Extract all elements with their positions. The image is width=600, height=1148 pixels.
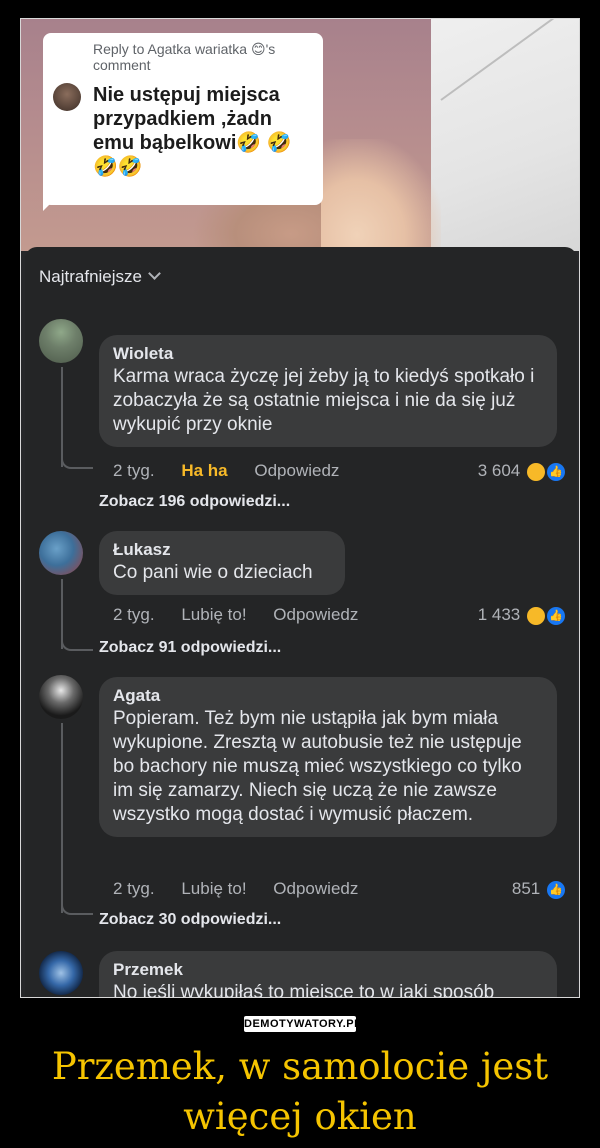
caption: Przemek, w samolocie jest więcej okien xyxy=(51,1045,549,1138)
sort-label: Najtrafniejsze xyxy=(39,267,142,286)
comment-time[interactable]: 2 tyg. xyxy=(113,879,155,898)
comment-author[interactable]: Przemek xyxy=(113,959,543,981)
like-icon: 👍 xyxy=(547,462,565,481)
comment-bubble[interactable]: Wioleta Karma wraca życzę jej żeby ją to… xyxy=(99,335,557,447)
like-icon: 👍 xyxy=(547,606,565,625)
reaction-count-value: 851 xyxy=(511,879,541,898)
thread-line xyxy=(61,723,63,913)
comment-text: Co pani wie o dzieciach xyxy=(113,562,313,583)
see-replies-link[interactable]: Zobacz 91 odpowiedzi... xyxy=(99,639,281,657)
reaction-count-value: 1 433 xyxy=(477,605,521,624)
like-icon: 👍 xyxy=(547,880,565,899)
comment-text: Karma wraca życzę jej żeby ją to kiedyś … xyxy=(113,366,535,435)
comment-bubble[interactable]: Agata Popieram. Też bym nie ustąpiła jak… xyxy=(99,677,557,837)
screenshot-frame: Reply to Agatka wariatka 😊's comment Nie… xyxy=(20,18,580,998)
thread-connector xyxy=(61,447,93,469)
reaction-count[interactable]: 3 604 👍 xyxy=(445,461,565,481)
comment-bubble[interactable]: Przemek No jeśli wykupiłaś to miejsce to… xyxy=(99,951,557,998)
haha-icon xyxy=(527,462,545,481)
sort-dropdown[interactable]: Najtrafniejsze xyxy=(39,267,161,287)
avatar-lukasz[interactable] xyxy=(39,531,83,575)
comment-time[interactable]: 2 tyg. xyxy=(113,461,155,480)
like-button[interactable]: Lubię to! xyxy=(181,605,246,624)
comments-panel: Najtrafniejsze Wioleta Karma wraca życzę… xyxy=(25,247,577,997)
watermark: DEMOTYWATORY.PL xyxy=(244,1016,362,1032)
avatar-agata[interactable] xyxy=(39,675,83,719)
thread-connector xyxy=(61,629,93,651)
reply-button[interactable]: Odpowiedz xyxy=(273,605,358,624)
comment-author[interactable]: Łukasz xyxy=(113,539,331,561)
comment-actions: 2 tyg. Lubię to! Odpowiedz xyxy=(113,605,380,625)
comment-bubble[interactable]: Łukasz Co pani wie o dzieciach xyxy=(99,531,345,595)
react-button[interactable]: Ha ha xyxy=(181,461,227,480)
like-button[interactable]: Lubię to! xyxy=(181,879,246,898)
reply-header: Reply to Agatka wariatka 😊's comment xyxy=(93,41,276,73)
comment-actions: 2 tyg. Lubię to! Odpowiedz xyxy=(113,879,380,899)
comment-text: Popieram. Też bym nie ustąpiła jak bym m… xyxy=(113,708,522,825)
comment-author[interactable]: Wioleta xyxy=(113,343,543,365)
avatar-wioleta[interactable] xyxy=(39,319,83,363)
haha-icon xyxy=(527,606,545,625)
comment-time[interactable]: 2 tyg. xyxy=(113,605,155,624)
reply-button[interactable]: Odpowiedz xyxy=(254,461,339,480)
reply-button[interactable]: Odpowiedz xyxy=(273,879,358,898)
see-replies-link[interactable]: Zobacz 196 odpowiedzi... xyxy=(99,493,290,511)
comment-text: No jeśli wykupiłaś to miejsce to w jaki … xyxy=(113,982,495,998)
reply-avatar xyxy=(53,83,81,111)
reply-text: Nie ustępuj miejsca przypadkiem ,żadn em… xyxy=(93,84,292,178)
reaction-count-value: 3 604 xyxy=(477,461,521,480)
background-hair xyxy=(321,139,441,259)
chevron-down-icon xyxy=(148,267,161,280)
reaction-count[interactable]: 1 433 👍 xyxy=(445,605,565,625)
comment-author[interactable]: Agata xyxy=(113,685,543,707)
thread-connector xyxy=(61,893,93,915)
see-replies-link[interactable]: Zobacz 30 odpowiedzi... xyxy=(99,911,281,929)
reply-sticker-tail xyxy=(43,189,65,211)
reaction-count[interactable]: 851 👍 xyxy=(445,879,565,899)
comment-actions: 2 tyg. Ha ha Odpowiedz xyxy=(113,461,361,481)
avatar-przemek[interactable] xyxy=(39,951,83,995)
